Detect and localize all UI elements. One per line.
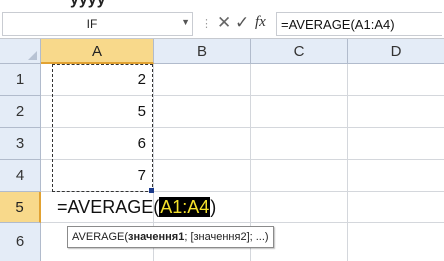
edit-prefix: =AVERAGE( (57, 197, 160, 217)
close-icon[interactable]: ✕ (217, 13, 231, 33)
fx-icon[interactable]: fx (255, 14, 266, 31)
function-tooltip: AVERAGE(значення1; [значення2]; ...) (67, 226, 274, 248)
name-box-value: IF (86, 17, 98, 31)
chevron-down-icon[interactable]: ▼ (181, 17, 190, 27)
cell-c3[interactable] (251, 128, 348, 160)
check-icon[interactable]: ✓ (235, 13, 249, 33)
select-all-corner[interactable] (0, 39, 41, 64)
edit-range-reference: A1:A4 (159, 197, 211, 217)
cropped-text-strip: yyyy (0, 0, 444, 9)
cell-b3[interactable] (154, 128, 251, 160)
range-marquee (52, 64, 153, 192)
column-header-c[interactable]: C (251, 39, 348, 64)
row-header-1[interactable]: 1 (0, 64, 41, 96)
tooltip-function[interactable]: AVERAGE( (72, 231, 128, 243)
formula-input[interactable]: =AVERAGE(A1:A4) (276, 12, 442, 36)
formula-tools: ⋮ ✕ ✓ fx (195, 12, 275, 36)
cell-b4[interactable] (154, 160, 251, 192)
drag-handle-icon[interactable]: ⋮ (201, 17, 212, 30)
cell-edit-text[interactable]: =AVERAGE(A1:A4) (57, 192, 216, 223)
cell-d1[interactable] (348, 64, 444, 96)
row-header-4[interactable]: 4 (0, 160, 41, 192)
select-all-icon (28, 51, 37, 60)
cell-c5[interactable] (251, 192, 348, 223)
cell-d3[interactable] (348, 128, 444, 160)
row-header-3[interactable]: 3 (0, 128, 41, 160)
cell-d2[interactable] (348, 96, 444, 128)
column-header-a[interactable]: A (41, 39, 154, 64)
cell-d4[interactable] (348, 160, 444, 192)
row-header-6[interactable]: 6 (0, 223, 41, 261)
cell-b2[interactable] (154, 96, 251, 128)
spreadsheet-grid: A B C D 1 2 3 4 5 6 2 5 6 7 =AVERAGE(A1:… (0, 39, 444, 261)
formula-text: =AVERAGE(A1:A4) (281, 17, 395, 32)
cell-d6[interactable] (348, 223, 444, 261)
row-header-2[interactable]: 2 (0, 96, 41, 128)
row-header-5[interactable]: 5 (0, 192, 41, 223)
tooltip-current-argument: значення1 (128, 231, 185, 243)
cell-b1[interactable] (154, 64, 251, 96)
cell-c1[interactable] (251, 64, 348, 96)
edit-suffix: ) (210, 197, 217, 217)
cell-c2[interactable] (251, 96, 348, 128)
name-box[interactable]: IF ▼ (2, 12, 193, 36)
column-header-d[interactable]: D (348, 39, 444, 64)
cell-c4[interactable] (251, 160, 348, 192)
formula-bar: IF ▼ ⋮ ✕ ✓ fx =AVERAGE(A1:A4) (0, 9, 444, 39)
tooltip-remaining-arguments: ; [значення2]; ...) (184, 231, 269, 243)
column-header-b[interactable]: B (154, 39, 251, 64)
cell-d5[interactable] (348, 192, 444, 223)
